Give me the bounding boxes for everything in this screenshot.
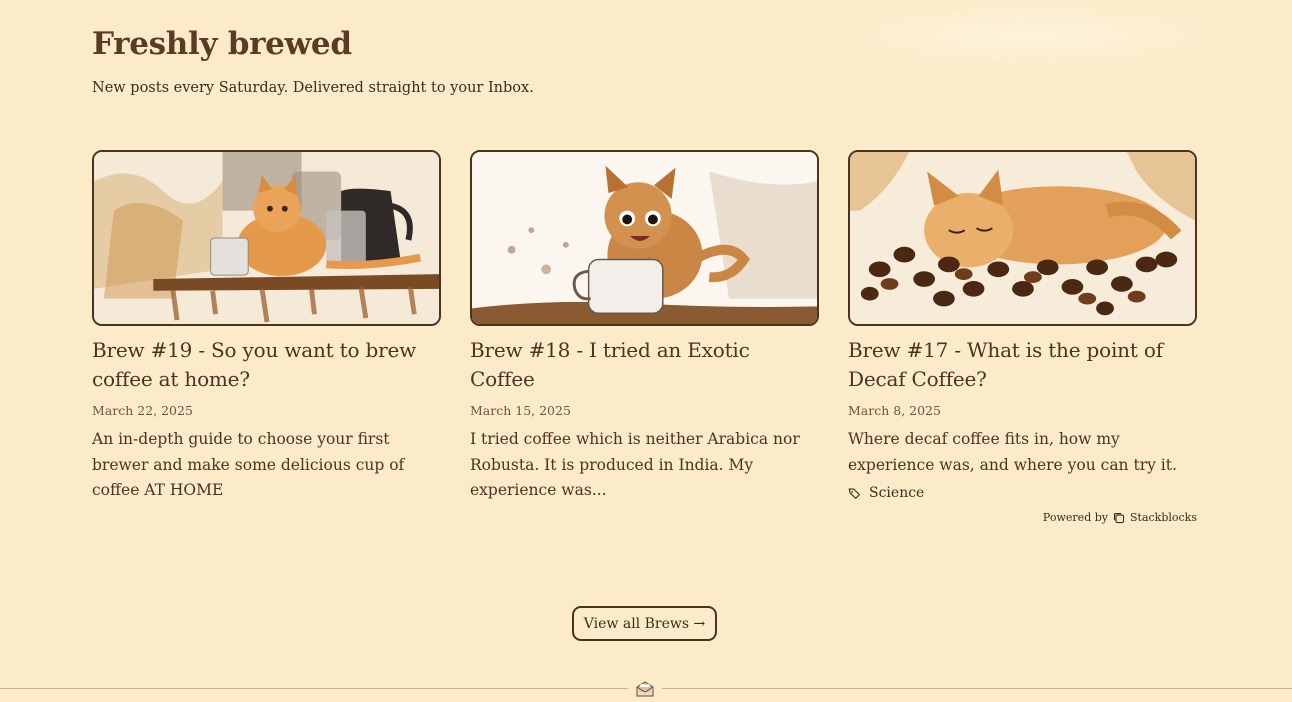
powered-by-prefix: Powered by <box>1042 511 1108 524</box>
post-title[interactable]: Brew #18 - I tried an Exotic Coffee <box>470 336 819 394</box>
post-title[interactable]: Brew #17 - What is the point of Decaf Co… <box>848 336 1197 394</box>
post-thumbnail[interactable] <box>848 150 1197 326</box>
post-card[interactable]: Brew #18 - I tried an Exotic Coffee Marc… <box>470 150 819 504</box>
view-all-brews-button[interactable]: View all Brews → <box>572 606 717 641</box>
kitten-sleeping-on-beans-illustration <box>850 152 1195 324</box>
envelope-icon <box>636 681 654 697</box>
post-thumbnail[interactable] <box>92 150 441 326</box>
post-description: Where decaf coffee fits in, how my exper… <box>848 430 1177 474</box>
kitten-with-kettle-illustration <box>94 152 439 324</box>
post-title[interactable]: Brew #19 - So you want to brew coffee at… <box>92 336 441 394</box>
post-description: I tried coffee which is neither Arabica … <box>470 430 800 499</box>
post-date: March 22, 2025 <box>92 403 193 418</box>
powered-by[interactable]: Powered by Stackblocks <box>1043 511 1197 524</box>
post-tag[interactable]: Science <box>848 485 1197 501</box>
post-card[interactable]: Brew #17 - What is the point of Decaf Co… <box>848 150 1197 501</box>
background-glow <box>820 0 1240 70</box>
page-title: Freshly brewed <box>92 26 352 62</box>
divider-ornament <box>628 676 662 702</box>
post-thumbnail[interactable] <box>470 150 819 326</box>
newsletter-page: Freshly brewed New posts every Saturday.… <box>0 0 1292 702</box>
tag-icon <box>848 487 860 499</box>
post-date: March 8, 2025 <box>848 403 941 418</box>
powered-by-brand: Stackblocks <box>1130 511 1197 524</box>
stackblocks-logo-icon <box>1113 512 1125 523</box>
post-date: March 15, 2025 <box>470 403 571 418</box>
page-subtitle: New posts every Saturday. Delivered stra… <box>92 80 534 96</box>
post-list: Brew #19 - So you want to brew coffee at… <box>92 150 1197 520</box>
post-card[interactable]: Brew #19 - So you want to brew coffee at… <box>92 150 441 504</box>
kitten-with-cup-illustration <box>472 152 817 324</box>
post-tag-label: Science <box>869 485 925 501</box>
post-description: An in-depth guide to choose your first b… <box>92 430 405 499</box>
